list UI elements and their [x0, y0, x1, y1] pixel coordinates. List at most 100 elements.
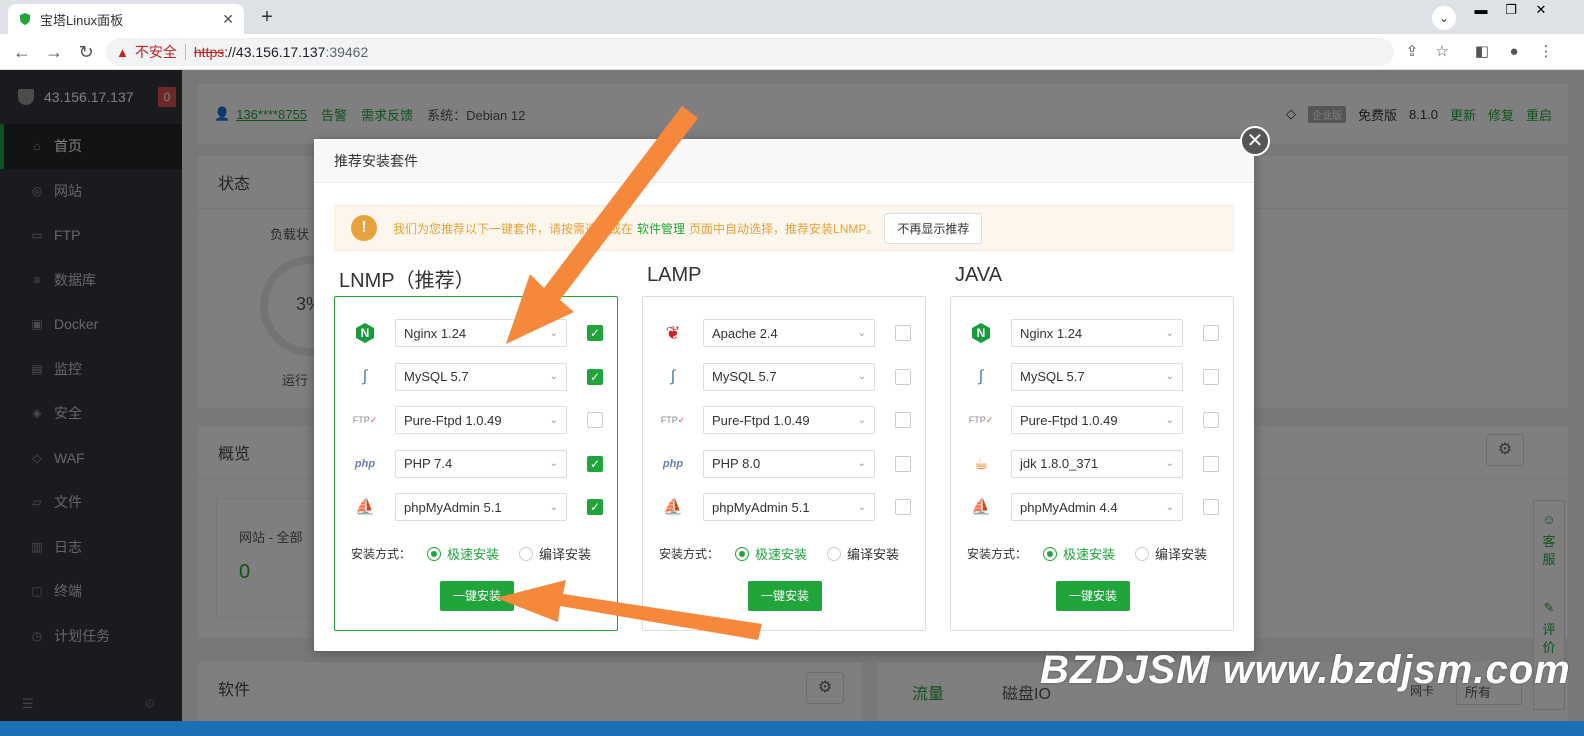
new-tab-icon[interactable]: + [255, 6, 279, 30]
version-value: MySQL 5.7 [712, 369, 777, 385]
version-select[interactable]: Nginx 1.24 ⌄ [1011, 319, 1183, 347]
package-checkbox[interactable]: ✓ [587, 325, 603, 341]
fast-install-label[interactable]: 极速安装 [447, 544, 499, 563]
profile-icon[interactable]: ● [1502, 40, 1526, 64]
fast-install-radio[interactable] [735, 546, 750, 561]
version-select[interactable]: phpMyAdmin 5.1 ⌄ [703, 493, 875, 522]
chevron-down-icon: ⌄ [549, 371, 558, 383]
version-value: Pure-Ftpd 1.0.49 [1020, 412, 1118, 428]
package-checkbox[interactable]: ✓ [587, 368, 603, 385]
apache-icon: ❦ [665, 322, 681, 343]
fast-install-label[interactable]: 极速安装 [1063, 544, 1115, 563]
one-click-install-button[interactable]: 一键安装 [440, 581, 514, 611]
one-click-install-button[interactable]: 一键安装 [748, 581, 822, 611]
chevron-down-icon: ⌄ [1165, 458, 1174, 470]
menu-icon[interactable]: ⋮ [1534, 40, 1558, 64]
fast-install-radio[interactable] [427, 546, 442, 561]
browser-tab-bar: 宝塔Linux面板 ✕ + ⌄ ▬ ❐ ✕ [0, 0, 1584, 34]
dont-show-again-button[interactable]: 不再显示推荐 [884, 212, 983, 244]
version-select[interactable]: Pure-Ftpd 1.0.49 ⌄ [703, 406, 875, 435]
compile-install-label[interactable]: 编译安装 [539, 544, 591, 563]
package-checkbox[interactable] [895, 368, 911, 385]
package-checkbox[interactable] [1203, 499, 1219, 516]
package-row: php PHP 7.4 ⌄ ✓ [351, 449, 609, 478]
package-checkbox[interactable]: ✓ [587, 455, 603, 472]
group-title-2: JAVA [955, 264, 1003, 286]
software-manage-link[interactable]: 软件管理 [637, 220, 685, 237]
version-select[interactable]: PHP 7.4 ⌄ [395, 449, 567, 478]
package-row: FTP✓ Pure-Ftpd 1.0.49 ⌄ [659, 406, 917, 435]
package-checkbox[interactable] [895, 412, 911, 429]
chevron-down-icon: ⌄ [857, 458, 866, 470]
package-checkbox[interactable] [895, 499, 911, 516]
ftp-icon: FTP✓ [660, 414, 686, 425]
version-select[interactable]: MySQL 5.7 ⌄ [395, 362, 567, 391]
reload-icon[interactable]: ↻ [74, 40, 98, 64]
url-input[interactable]: ▲ 不安全 https ://43.156.17.137 :39462 [106, 38, 1394, 66]
tab-search-icon[interactable]: ⌄ [1432, 6, 1456, 30]
compile-install-radio[interactable] [827, 546, 842, 561]
compile-install-radio[interactable] [1135, 546, 1150, 561]
package-checkbox[interactable] [587, 412, 603, 429]
version-select[interactable]: Apache 2.4 ⌄ [703, 319, 875, 347]
bookmark-star-icon[interactable]: ☆ [1430, 40, 1454, 64]
version-value: Pure-Ftpd 1.0.49 [712, 412, 810, 428]
version-select[interactable]: phpMyAdmin 4.4 ⌄ [1011, 493, 1183, 522]
package-checkbox[interactable] [895, 325, 911, 341]
version-select[interactable]: PHP 8.0 ⌄ [703, 449, 875, 478]
side-panel-icon[interactable]: ◧ [1470, 40, 1494, 64]
package-row: ⛵ phpMyAdmin 4.4 ⌄ [967, 493, 1225, 522]
package-row: FTP✓ Pure-Ftpd 1.0.49 ⌄ [967, 406, 1225, 435]
version-value: phpMyAdmin 5.1 [404, 499, 502, 515]
version-select[interactable]: MySQL 5.7 ⌄ [1011, 362, 1183, 391]
package-checkbox[interactable] [1203, 368, 1219, 385]
compile-install-radio[interactable] [519, 546, 534, 561]
minimize-icon[interactable]: ▬ [1466, 0, 1496, 20]
version-select[interactable]: jdk 1.8.0_371 ⌄ [1011, 449, 1183, 478]
package-checkbox[interactable] [1203, 412, 1219, 429]
url-separator [184, 44, 186, 60]
ftp-icon: FTP✓ [968, 414, 994, 425]
package-group-0[interactable]: N Nginx 1.24 ⌄ ✓ ∫ MySQL 5.7 ⌄ ✓ FTP✓ Pure-Ftpd 1… [334, 296, 618, 631]
version-select[interactable]: MySQL 5.7 ⌄ [703, 362, 875, 391]
package-group-2[interactable]: N Nginx 1.24 ⌄ ∫ MySQL 5.7 ⌄ FTP✓ Pure-Ftpd 1.0… [950, 296, 1234, 631]
one-click-install-button[interactable]: 一键安装 [1056, 581, 1130, 611]
forward-icon[interactable]: → [42, 40, 66, 64]
share-icon[interactable]: ⇪ [1400, 40, 1424, 64]
fast-install-radio[interactable] [1043, 546, 1058, 561]
version-select[interactable]: Pure-Ftpd 1.0.49 ⌄ [395, 406, 567, 435]
package-row: ∫ MySQL 5.7 ⌄ ✓ [351, 362, 609, 391]
package-checkbox[interactable] [1203, 455, 1219, 472]
package-checkbox[interactable]: ✓ [587, 499, 603, 516]
chevron-down-icon: ⌄ [549, 458, 558, 470]
url-host: ://43.156.17.137 [224, 44, 326, 60]
phpmyadmin-icon: ⛵ [971, 499, 991, 517]
back-icon[interactable]: ← [10, 40, 34, 64]
version-select[interactable]: phpMyAdmin 5.1 ⌄ [395, 493, 567, 522]
phpmyadmin-icon: ⛵ [663, 499, 683, 517]
chevron-down-icon: ⌄ [1165, 414, 1174, 426]
version-value: MySQL 5.7 [1020, 369, 1085, 385]
recommend-notice: ! 我们为您推荐以下一键套件，请按需选择或在 软件管理 页面中自动选择，推荐安装… [334, 205, 1234, 251]
package-row: FTP✓ Pure-Ftpd 1.0.49 ⌄ [351, 406, 609, 435]
install-mode: 安装方式： 极速安装 编译安装 [967, 544, 1207, 563]
compile-install-label[interactable]: 编译安装 [847, 544, 899, 563]
version-select[interactable]: Pure-Ftpd 1.0.49 ⌄ [1011, 406, 1183, 435]
java-icon: ☕ [973, 455, 989, 473]
install-mode-label: 安装方式： [351, 547, 412, 561]
package-group-1[interactable]: ❦ Apache 2.4 ⌄ ∫ MySQL 5.7 ⌄ FTP✓ Pure-Ftpd 1.0… [642, 296, 926, 631]
compile-install-label[interactable]: 编译安装 [1155, 544, 1207, 563]
chevron-down-icon: ⌄ [549, 327, 558, 339]
version-value: MySQL 5.7 [404, 369, 469, 385]
browser-tab[interactable]: 宝塔Linux面板 ✕ [8, 4, 244, 34]
dialog-close-icon[interactable]: ✕ [1240, 126, 1270, 156]
package-checkbox[interactable] [895, 455, 911, 472]
group-title-0: LNMP（推荐） [339, 270, 475, 292]
version-select[interactable]: Nginx 1.24 ⌄ [395, 319, 567, 347]
fast-install-label[interactable]: 极速安装 [755, 544, 807, 563]
close-window-icon[interactable]: ✕ [1526, 0, 1556, 20]
restore-icon[interactable]: ❐ [1496, 0, 1526, 20]
dialog-title: 推荐安装套件 [314, 139, 1254, 183]
package-checkbox[interactable] [1203, 325, 1219, 341]
tab-close-icon[interactable]: ✕ [222, 11, 234, 28]
